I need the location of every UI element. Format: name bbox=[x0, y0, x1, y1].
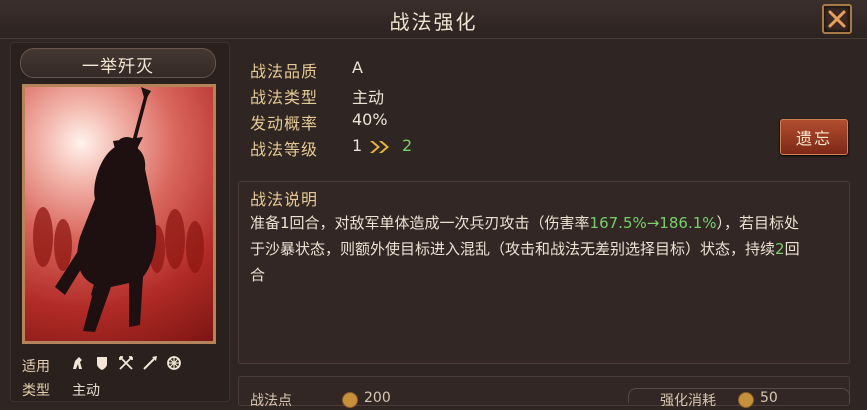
close-button[interactable] bbox=[822, 4, 852, 34]
quality-value: A bbox=[352, 58, 363, 77]
card-type-label: 类型 bbox=[22, 383, 50, 399]
rate-value: 40% bbox=[352, 110, 388, 129]
tactic-points-value: 200 bbox=[364, 390, 391, 406]
window-title: 战法强化 bbox=[389, 10, 478, 34]
level-up-arrow-icon bbox=[370, 141, 389, 153]
type-value: 主动 bbox=[352, 88, 385, 107]
level-next: 2 bbox=[402, 136, 413, 155]
coin-icon bbox=[342, 392, 358, 408]
close-icon bbox=[828, 10, 846, 28]
applicable-label: 适用 bbox=[22, 359, 50, 375]
unit-icons bbox=[70, 355, 182, 371]
card-type-value: 主动 bbox=[72, 383, 100, 399]
card-artwork bbox=[22, 84, 216, 344]
upgrade-cost-value: 50 bbox=[760, 390, 778, 406]
shield-icon bbox=[94, 355, 110, 371]
cavalry-icon bbox=[70, 355, 86, 371]
card-name: 一举歼灭 bbox=[82, 57, 154, 77]
level-current: 1 bbox=[352, 136, 363, 155]
crossbow-icon bbox=[118, 355, 134, 371]
coin-icon bbox=[738, 392, 754, 408]
forget-button[interactable]: 遗忘 bbox=[780, 119, 848, 155]
quality-label: 战法品质 bbox=[250, 62, 319, 81]
type-label: 战法类型 bbox=[250, 88, 319, 107]
description-title: 战法说明 bbox=[250, 190, 319, 209]
description-part1: 准备1回合，对敌军单体造成一次兵刃攻击（伤害率 bbox=[250, 214, 590, 232]
spear-icon bbox=[142, 355, 158, 371]
upgrade-cost-label: 强化消耗 bbox=[660, 393, 716, 409]
damage-rate: 167.5%→186.1% bbox=[589, 214, 717, 232]
rate-label: 发动概率 bbox=[250, 114, 319, 133]
description-text: 准备1回合，对敌军单体造成一次兵刃攻击（伤害率167.5%→186.1%），若目… bbox=[250, 210, 810, 288]
level-label: 战法等级 bbox=[250, 140, 319, 159]
tactic-points-label: 战法点 bbox=[250, 393, 292, 409]
siege-wheel-icon bbox=[166, 355, 182, 371]
duration-number: 2 bbox=[775, 240, 785, 258]
card-name-box: 一举歼灭 bbox=[20, 48, 216, 78]
